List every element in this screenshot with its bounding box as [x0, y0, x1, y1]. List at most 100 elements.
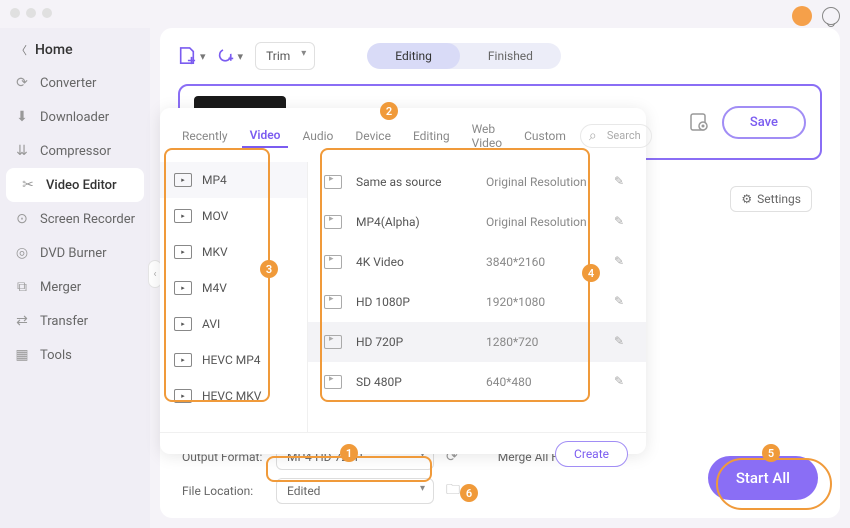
- file-location-label: File Location:: [182, 484, 268, 498]
- tab-recently[interactable]: Recently: [174, 125, 236, 147]
- codec-label: MKV: [202, 245, 228, 259]
- res-name: MP4(Alpha): [356, 215, 486, 229]
- res-1080p[interactable]: HD 1080P1920*1080✎: [308, 282, 646, 322]
- sidebar-label: Downloader: [40, 110, 109, 125]
- tab-editing[interactable]: Editing: [367, 43, 460, 69]
- sidebar-label: Converter: [40, 76, 96, 91]
- format-tabs: Recently Video Audio Device Editing Web …: [160, 108, 646, 162]
- scissors-icon: ✂: [20, 177, 36, 193]
- sidebar-item-video-editor[interactable]: ✂Video Editor: [6, 168, 144, 202]
- add-file-button[interactable]: ▾: [178, 46, 206, 66]
- sidebar-item-dvd-burner[interactable]: ◎ DVD Burner: [0, 236, 150, 270]
- home-link[interactable]: 〈 Home: [0, 34, 150, 66]
- annotation-badge-6: 6: [460, 484, 478, 502]
- codec-label: MOV: [202, 209, 228, 223]
- edit-icon[interactable]: ✎: [614, 214, 630, 230]
- save-button[interactable]: Save: [722, 106, 806, 139]
- edit-icon[interactable]: ✎: [614, 254, 630, 270]
- codec-mp4[interactable]: ▸MP4: [160, 162, 307, 198]
- sidebar-label: Compressor: [40, 144, 111, 159]
- edit-icon[interactable]: ✎: [614, 174, 630, 190]
- sidebar-item-screen-recorder[interactable]: ⊙ Screen Recorder: [0, 202, 150, 236]
- support-icon[interactable]: [822, 7, 840, 25]
- window-controls[interactable]: [10, 8, 52, 18]
- codec-list: ▸MP4 ▸MOV ▸MKV ▸M4V ▸AVI ▸HEVC MP4 ▸HEVC…: [160, 162, 308, 432]
- sidebar-item-transfer[interactable]: ⇄ Transfer: [0, 304, 150, 338]
- codec-icon: ▸: [174, 245, 192, 259]
- play-icon: [324, 215, 342, 229]
- sidebar: 〈 Home ⟳Converter ⬇ Downloader ⇊Compressor…: [0, 28, 150, 528]
- circle-plus-icon: [218, 48, 234, 64]
- chevron-left-icon: 〈: [16, 42, 27, 58]
- sidebar-item-compressor[interactable]: ⇊Compressor: [0, 134, 150, 168]
- home-label: Home: [35, 42, 73, 58]
- codec-icon: ▸: [174, 209, 192, 223]
- tab-custom[interactable]: Custom: [516, 125, 574, 147]
- codec-m4v[interactable]: ▸ M4V: [160, 270, 307, 306]
- recorder-icon: ⊙: [14, 211, 30, 227]
- res-720p[interactable]: HD 720P1280*720✎: [308, 322, 646, 362]
- codec-label: MP4: [202, 173, 227, 187]
- start-all-button[interactable]: Start All: [708, 456, 818, 500]
- res-name: 4K Video: [356, 255, 486, 269]
- add-file-icon: [178, 46, 196, 66]
- annotation-badge-3: 3: [260, 260, 278, 278]
- sidebar-label: Transfer: [40, 314, 88, 329]
- transfer-icon: ⇄: [14, 313, 30, 329]
- play-icon: [324, 175, 342, 189]
- download-icon: ⬇: [14, 109, 30, 125]
- folder-icon[interactable]: 🗀: [446, 479, 460, 503]
- format-panel: Recently Video Audio Device Editing Web …: [160, 108, 646, 454]
- create-button[interactable]: Create: [555, 441, 628, 467]
- codec-avi[interactable]: ▸AVI: [160, 306, 307, 342]
- preset-icon[interactable]: [688, 111, 710, 133]
- play-icon: [324, 295, 342, 309]
- add-task-button[interactable]: ▾: [218, 48, 244, 64]
- edit-icon[interactable]: ✎: [614, 374, 630, 390]
- format-search-input[interactable]: Search: [580, 124, 652, 148]
- tab-device[interactable]: Device: [347, 125, 399, 147]
- res-mp4-alpha[interactable]: MP4(Alpha)Original Resolution✎: [308, 202, 646, 242]
- tab-video[interactable]: Video: [242, 124, 289, 148]
- status-segmented: Editing Finished: [367, 43, 561, 69]
- annotation-badge-2: 2: [380, 102, 398, 120]
- codec-label: M4V: [202, 281, 227, 295]
- sidebar-item-tools[interactable]: ▦ Tools: [0, 338, 150, 372]
- settings-label: Settings: [757, 192, 801, 206]
- sidebar-item-converter[interactable]: ⟳Converter: [0, 66, 150, 100]
- sidebar-label: DVD Burner: [40, 246, 107, 261]
- sidebar-item-merger[interactable]: ⧉Merger: [0, 270, 150, 304]
- edit-icon[interactable]: ✎: [614, 334, 630, 350]
- tab-finished[interactable]: Finished: [460, 43, 561, 69]
- gear-icon: ⚙: [741, 192, 752, 206]
- tab-editing[interactable]: Editing: [405, 125, 458, 147]
- res-480p[interactable]: SD 480P640*480✎: [308, 362, 646, 402]
- codec-label: HEVC MKV: [202, 389, 261, 403]
- res-name: SD 480P: [356, 375, 486, 389]
- codec-label: HEVC MP4: [202, 353, 261, 367]
- codec-icon: ▸: [174, 281, 192, 295]
- settings-button[interactable]: ⚙ Settings: [730, 186, 812, 212]
- grid-icon: ▦: [14, 347, 30, 363]
- edit-icon[interactable]: ✎: [614, 294, 630, 310]
- sidebar-item-downloader[interactable]: ⬇ Downloader: [0, 100, 150, 134]
- res-value: 1280*720: [486, 335, 614, 349]
- res-value: Original Resolution: [486, 175, 614, 189]
- play-icon: [324, 335, 342, 349]
- codec-icon: ▸: [174, 317, 192, 331]
- sidebar-label: Screen Recorder: [40, 212, 135, 227]
- res-same-as-source[interactable]: Same as sourceOriginal Resolution✎: [308, 162, 646, 202]
- codec-mkv[interactable]: ▸ MKV: [160, 234, 307, 270]
- tab-audio[interactable]: Audio: [294, 125, 341, 147]
- codec-hevc-mkv[interactable]: ▸HEVC MKV: [160, 378, 307, 414]
- codec-hevc-mp4[interactable]: ▸ HEVC MP4: [160, 342, 307, 378]
- trim-select[interactable]: Trim: [255, 42, 315, 70]
- sidebar-label: Tools: [40, 348, 72, 363]
- disc-icon: ◎: [14, 245, 30, 261]
- codec-icon: ▸: [174, 353, 192, 367]
- annotation-badge-4: 4: [582, 264, 600, 282]
- tab-web-video[interactable]: Web Video: [464, 118, 511, 154]
- file-location-select[interactable]: Edited: [276, 478, 434, 504]
- codec-mov[interactable]: ▸ MOV: [160, 198, 307, 234]
- user-avatar[interactable]: [792, 6, 812, 26]
